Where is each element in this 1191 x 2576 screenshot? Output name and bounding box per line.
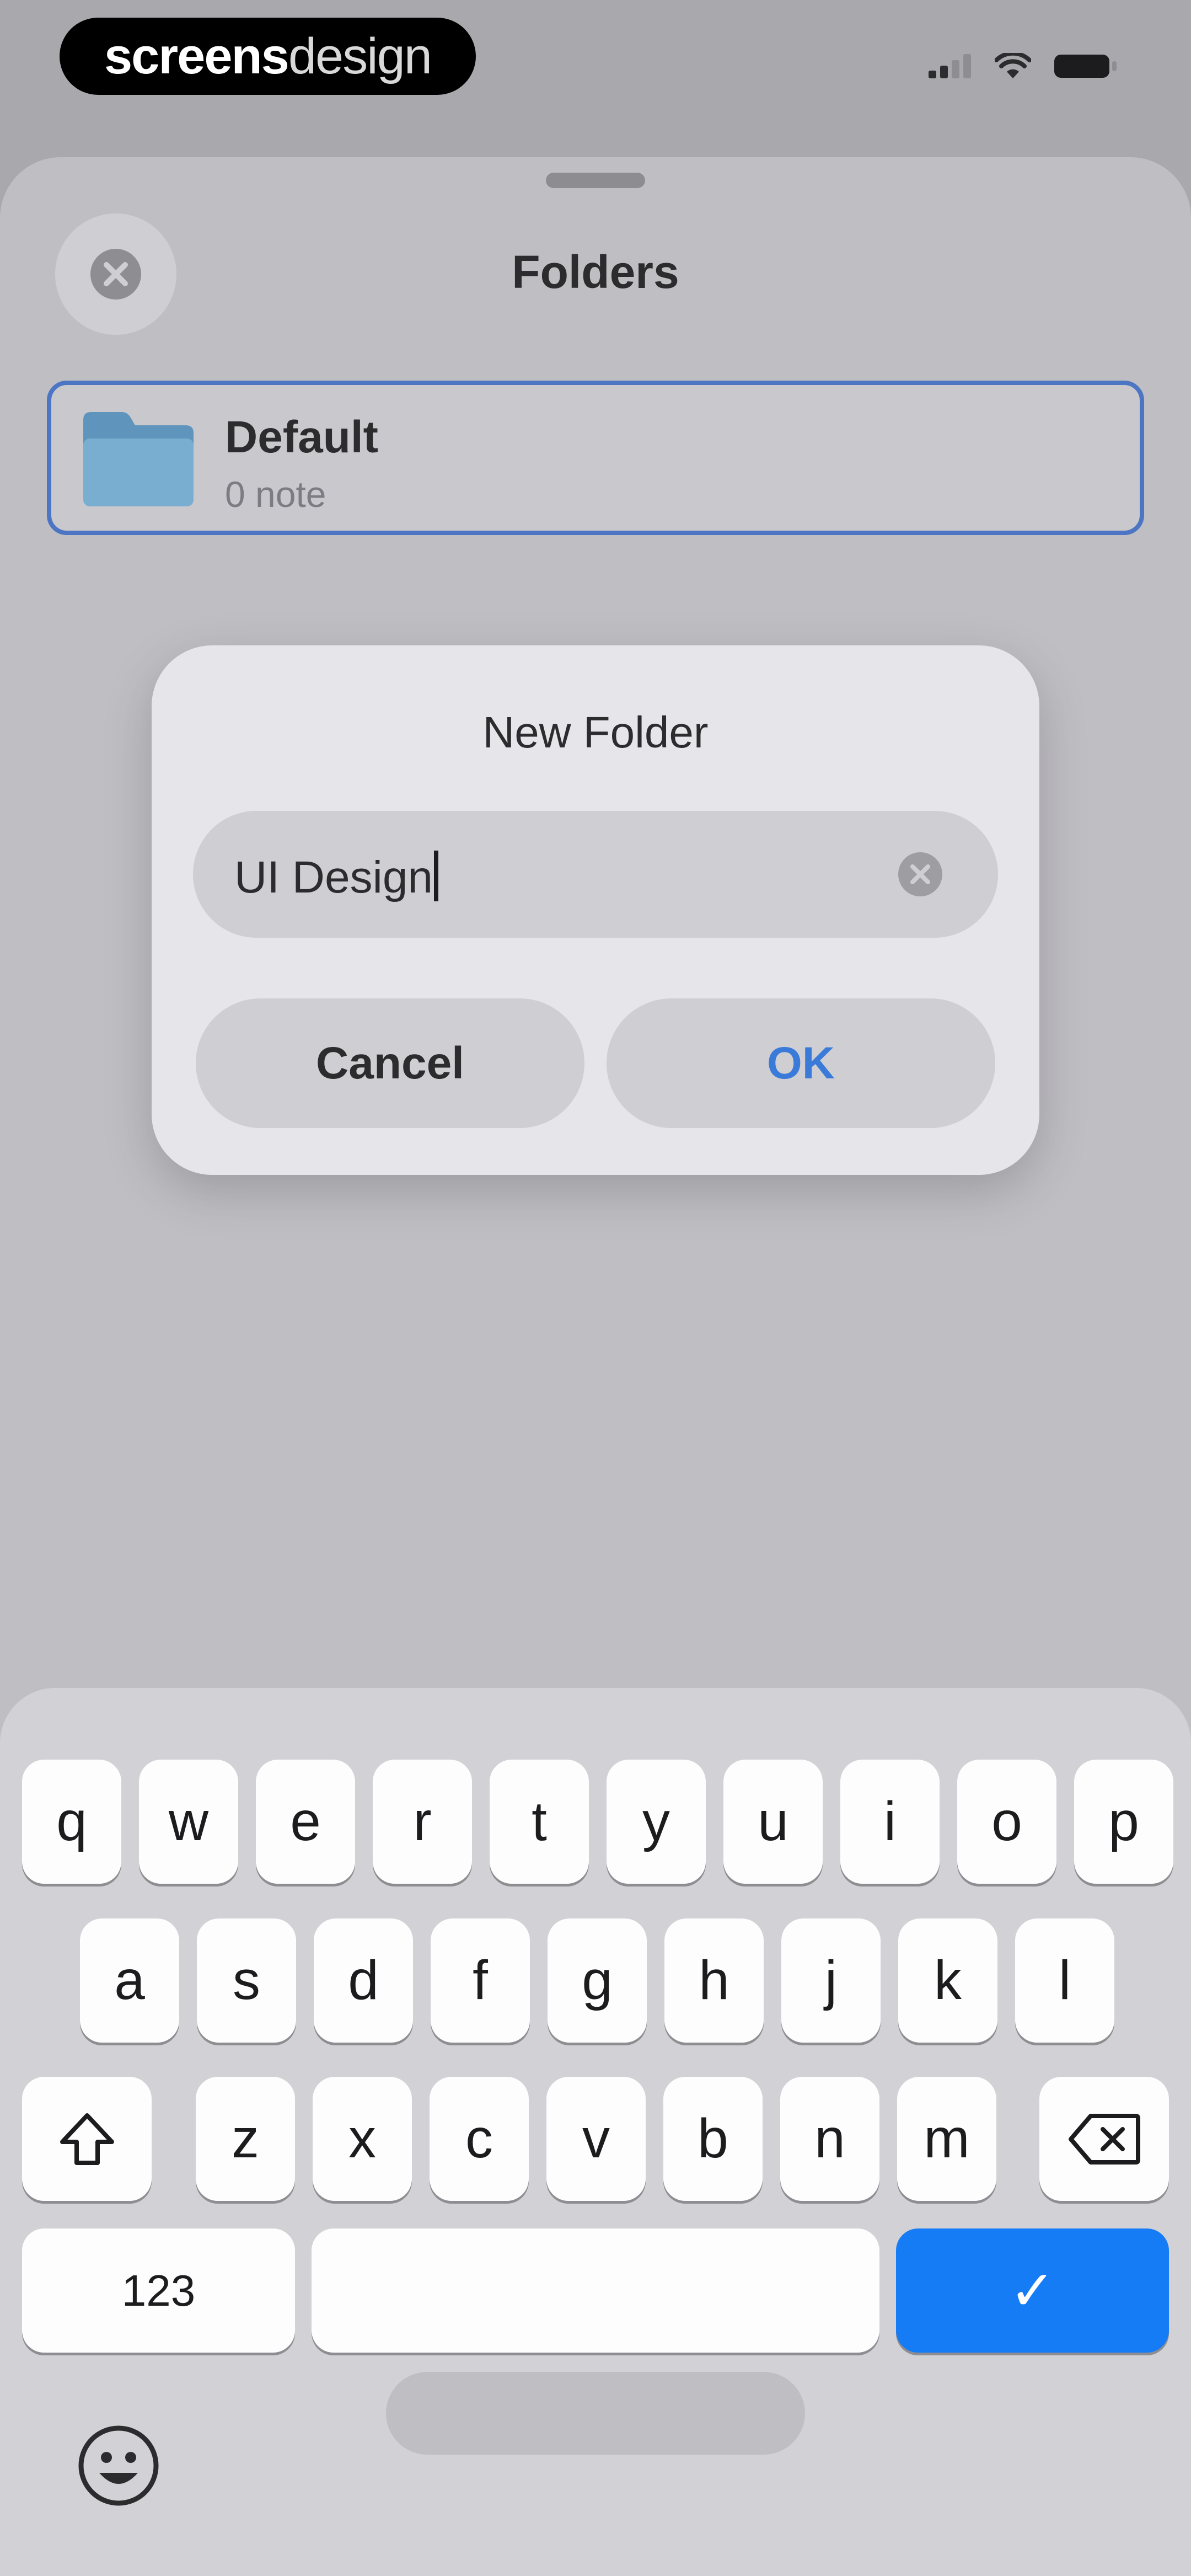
key-e[interactable]: e	[256, 1760, 355, 1884]
key-s[interactable]: s	[197, 1918, 296, 2043]
key-y[interactable]: y	[607, 1760, 706, 1884]
brand-badge: screens design	[60, 18, 476, 95]
key-o[interactable]: o	[957, 1760, 1056, 1884]
folder-row-default[interactable]: Default 0 note	[47, 381, 1144, 535]
key-t[interactable]: t	[490, 1760, 589, 1884]
key-k[interactable]: k	[898, 1918, 997, 2043]
key-b[interactable]: b	[663, 2077, 763, 2201]
key-x[interactable]: x	[313, 2077, 412, 2201]
key-v[interactable]: v	[546, 2077, 646, 2201]
folder-note-count: 0 note	[225, 474, 326, 515]
key-n[interactable]: n	[780, 2077, 879, 2201]
brand-bold: screens	[104, 28, 289, 84]
brand-light: design	[288, 28, 432, 84]
key-r[interactable]: r	[373, 1760, 472, 1884]
text-cursor	[434, 851, 439, 901]
folder-name-value: UI Design	[234, 852, 433, 902]
key-d[interactable]: d	[314, 1918, 413, 2043]
keyboard: qwertyuiop asdfghjkl zxcvbnm 123 ✓	[0, 1688, 1191, 2576]
dialog-title: New Folder	[482, 708, 709, 757]
emoji-button[interactable]	[77, 2424, 160, 2507]
sheet-grabber[interactable]	[546, 173, 645, 188]
folder-name: Default	[225, 412, 378, 462]
key-p[interactable]: p	[1074, 1760, 1173, 1884]
key-j[interactable]: j	[781, 1918, 881, 2043]
key-g[interactable]: g	[548, 1918, 647, 2043]
shift-icon	[60, 2113, 114, 2165]
cellular-signal-icon	[929, 54, 971, 78]
space-key[interactable]	[312, 2228, 879, 2353]
numbers-key[interactable]: 123	[22, 2228, 295, 2353]
ok-button[interactable]: OK	[607, 998, 995, 1128]
clear-icon	[898, 852, 942, 896]
key-h[interactable]: h	[664, 1918, 764, 2043]
delete-key[interactable]	[1039, 2077, 1169, 2201]
key-u[interactable]: u	[723, 1760, 823, 1884]
battery-icon	[1054, 55, 1117, 78]
clear-text-button[interactable]	[897, 851, 944, 898]
folder-icon	[83, 412, 194, 506]
key-m[interactable]: m	[897, 2077, 996, 2201]
key-a[interactable]: a	[80, 1918, 179, 2043]
key-l[interactable]: l	[1015, 1918, 1114, 2043]
backspace-icon	[1068, 2113, 1140, 2165]
key-q[interactable]: q	[22, 1760, 121, 1884]
sheet-title: Folders	[512, 246, 679, 298]
emoji-icon	[78, 2425, 159, 2506]
key-i[interactable]: i	[840, 1760, 940, 1884]
wifi-icon	[995, 53, 1031, 78]
new-folder-dialog: New Folder UI Design Cancel OK	[152, 645, 1039, 1175]
key-f[interactable]: f	[431, 1918, 530, 2043]
shift-key[interactable]	[22, 2077, 152, 2201]
key-c[interactable]: c	[430, 2077, 529, 2201]
key-z[interactable]: z	[196, 2077, 295, 2201]
folder-name-input[interactable]: UI Design	[193, 811, 998, 938]
cancel-button[interactable]: Cancel	[196, 998, 584, 1128]
done-key[interactable]: ✓	[896, 2228, 1169, 2353]
key-w[interactable]: w	[139, 1760, 238, 1884]
home-indicator	[386, 2372, 805, 2455]
status-icons	[929, 52, 1119, 80]
